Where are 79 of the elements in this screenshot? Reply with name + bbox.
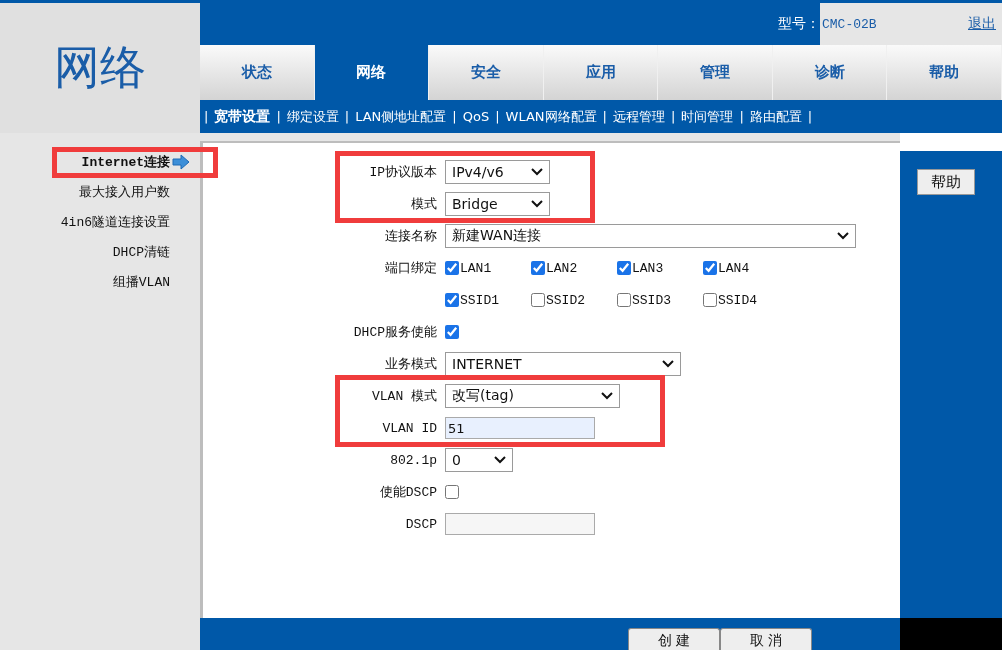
nav-tab[interactable]: 诊断: [772, 45, 888, 100]
model-label: 型号：: [778, 15, 820, 33]
dropdown[interactable]: IPv4/v6: [445, 160, 550, 184]
separator-text: |: [739, 109, 744, 124]
nav-tab[interactable]: 状态: [200, 45, 315, 100]
chevron-down-icon: [601, 392, 613, 400]
checkbox-label: SSID4: [718, 292, 757, 308]
field-label: 连接名称: [385, 228, 437, 245]
nav-tab[interactable]: 应用: [543, 45, 659, 100]
checkbox[interactable]: [445, 261, 459, 275]
checkbox-label: SSID1: [460, 292, 499, 308]
checkbox-label: LAN4: [718, 260, 750, 276]
checkbox-label: LAN1: [460, 260, 492, 276]
submenu-link[interactable]: 宽带设置: [214, 107, 271, 126]
submenu-link[interactable]: LAN侧地址配置: [355, 107, 447, 126]
chevron-down-icon: [662, 360, 674, 368]
chevron-down-icon: [531, 200, 543, 208]
field-label: DSCP: [405, 516, 437, 532]
checkbox[interactable]: [703, 293, 717, 307]
field-label: DHCP服务使能: [353, 324, 437, 341]
checkbox[interactable]: [445, 293, 459, 307]
action-button[interactable]: 取 消: [720, 628, 812, 650]
checkbox[interactable]: [617, 261, 631, 275]
checkbox[interactable]: [531, 261, 545, 275]
submenu-link[interactable]: 远程管理: [613, 107, 665, 126]
nav-tab[interactable]: 帮助: [887, 45, 1002, 100]
field-label: 业务模式: [385, 356, 437, 373]
dropdown[interactable]: 0: [445, 448, 513, 472]
separator-text: |: [204, 109, 209, 124]
dropdown[interactable]: 新建WAN连接: [445, 224, 856, 248]
checkbox-label: LAN3: [632, 260, 664, 276]
field-label: 端口绑定: [385, 260, 437, 277]
submenu-link[interactable]: 绑定设置: [286, 107, 339, 126]
separator-text: |: [276, 109, 281, 124]
sidebar-item[interactable]: 组播VLAN: [112, 273, 170, 291]
separator-text: |: [452, 109, 457, 124]
separator-text: |: [495, 109, 500, 124]
nav-tab[interactable]: 管理: [658, 45, 773, 100]
field-label: 模式: [411, 196, 437, 213]
chevron-down-icon: [837, 232, 849, 240]
checkbox[interactable]: [445, 485, 459, 499]
nav-tab[interactable]: 网络: [314, 45, 430, 100]
field-label: IP协议版本: [369, 164, 437, 181]
separator-text: |: [671, 109, 676, 124]
checkbox[interactable]: [617, 293, 631, 307]
chevron-down-icon: [494, 456, 506, 464]
separator-text: |: [344, 109, 350, 124]
arrow-right-icon: [172, 154, 190, 170]
submenu-link[interactable]: QoS: [462, 109, 490, 124]
action-button[interactable]: 创 建: [628, 628, 720, 650]
checkbox-label: SSID2: [546, 292, 585, 308]
submenu-link[interactable]: 时间管理: [681, 107, 734, 126]
separator-text: |: [807, 109, 813, 124]
field-label: VLAN ID: [382, 420, 437, 436]
checkbox[interactable]: [445, 325, 459, 339]
dropdown[interactable]: Bridge: [445, 192, 550, 216]
checkbox-label: SSID3: [632, 292, 671, 308]
dropdown[interactable]: INTERNET: [445, 352, 681, 376]
logout-link[interactable]: 退出: [968, 15, 996, 33]
separator-text: |: [602, 109, 607, 124]
checkbox[interactable]: [703, 261, 717, 275]
submenu-link[interactable]: 路由配置: [749, 107, 802, 126]
sidebar-item[interactable]: Internet连接: [81, 153, 170, 171]
chevron-down-icon: [531, 168, 543, 176]
field-label: 802.1p: [390, 452, 437, 468]
checkbox[interactable]: [531, 293, 545, 307]
sidebar-item[interactable]: 4in6隧道连接设置: [60, 213, 170, 231]
page-title: 网络: [54, 39, 146, 96]
checkbox-label: LAN2: [546, 260, 578, 276]
sidebar-item[interactable]: DHCP清链: [112, 243, 170, 261]
field-label: 使能DSCP: [379, 484, 437, 501]
help-button[interactable]: 帮助: [917, 169, 975, 195]
sidebar-item[interactable]: 最大接入用户数: [79, 183, 170, 201]
dropdown[interactable]: 改写(tag): [445, 384, 620, 408]
submenu-link[interactable]: WLAN网络配置: [505, 107, 597, 126]
model-value: CMC-02B: [822, 16, 877, 32]
nav-tab[interactable]: 安全: [429, 45, 544, 100]
input-field[interactable]: 51: [445, 417, 595, 439]
field-label: VLAN 模式: [372, 388, 437, 405]
